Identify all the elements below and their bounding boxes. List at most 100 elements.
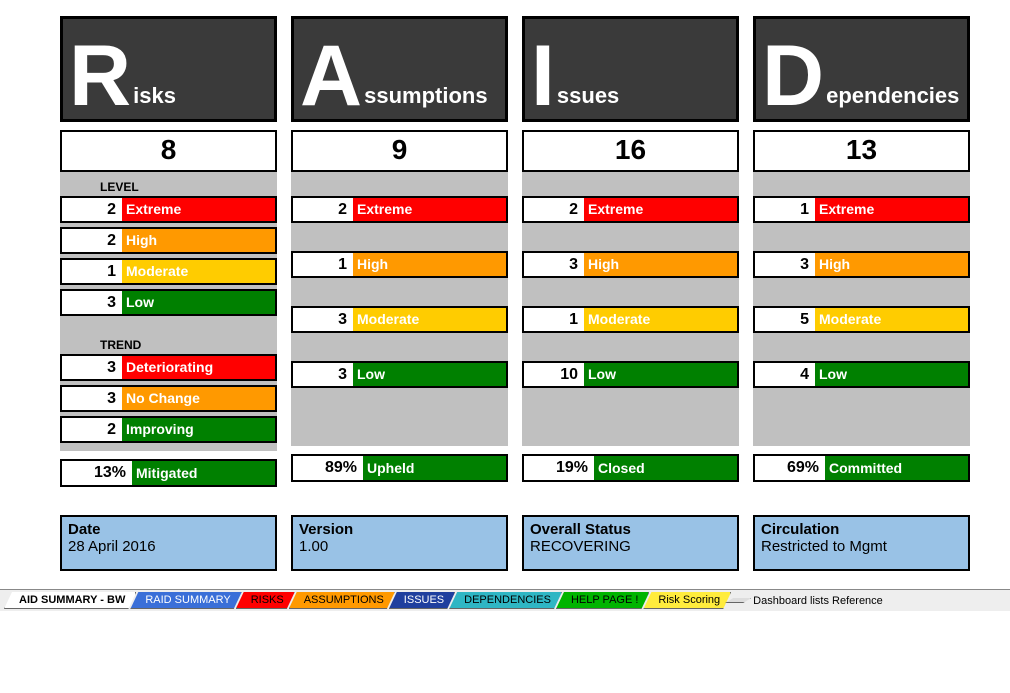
sheet-tab[interactable]: ASSUMPTIONS bbox=[289, 592, 395, 609]
level-count: 1 bbox=[755, 198, 815, 221]
level-label: Low bbox=[815, 363, 968, 386]
level-label: Extreme bbox=[584, 198, 737, 221]
level-row: 1Moderate bbox=[60, 258, 277, 285]
level-label: Low bbox=[584, 363, 737, 386]
level-row-wrap: 10Low bbox=[522, 361, 739, 392]
level-row-wrap: 3No Change bbox=[60, 385, 277, 416]
level-row-wrap: 2Extreme bbox=[291, 196, 508, 227]
raid-column: Issues162Extreme3High1Moderate10Low19%Cl… bbox=[522, 16, 739, 487]
level-count: 4 bbox=[755, 363, 815, 386]
level-row-wrap: 3Low bbox=[291, 361, 508, 392]
info-box: Date28 April 2016 bbox=[60, 515, 277, 571]
status-row: 69%Committed bbox=[753, 454, 970, 482]
level-count: 3 bbox=[293, 308, 353, 331]
level-row-wrap: 1Extreme bbox=[753, 196, 970, 227]
level-row-wrap: 2Extreme bbox=[522, 196, 739, 227]
sheet-tab-trail: Dashboard lists Reference bbox=[745, 593, 891, 609]
level-label: Moderate bbox=[584, 308, 737, 331]
level-label: High bbox=[815, 253, 968, 276]
level-row: 1Moderate bbox=[522, 306, 739, 333]
level-row: 2Extreme bbox=[60, 196, 277, 223]
header-rest: ssumptions bbox=[364, 83, 487, 109]
level-row-wrap: 3High bbox=[753, 251, 970, 282]
info-value: Restricted to Mgmt bbox=[761, 538, 962, 555]
status-pct: 69% bbox=[755, 456, 825, 480]
sheet-tab[interactable]: ISSUES bbox=[389, 592, 455, 609]
info-title: Date bbox=[68, 521, 269, 538]
header-letter: A bbox=[300, 42, 362, 111]
level-block: 2Extreme 3High 1Moderate 10Low bbox=[522, 172, 739, 446]
level-block: 2Extreme1High3Moderate3Low bbox=[291, 172, 508, 446]
level-count: 1 bbox=[524, 308, 584, 331]
level-count: 5 bbox=[755, 308, 815, 331]
level-label: Moderate bbox=[122, 260, 275, 283]
level-row-wrap: 2Extreme bbox=[60, 196, 277, 227]
level-label: High bbox=[584, 253, 737, 276]
level-row: 3High bbox=[522, 251, 739, 278]
section-label-trend: TREND bbox=[60, 320, 277, 354]
level-row: 2Extreme bbox=[291, 196, 508, 223]
info-title: Circulation bbox=[761, 521, 962, 538]
level-count: 2 bbox=[62, 229, 122, 252]
level-label: Moderate bbox=[353, 308, 506, 331]
status-label: Closed bbox=[594, 456, 737, 480]
raid-column: Risks8LEVEL2Extreme2High1Moderate3LowTRE… bbox=[60, 16, 277, 487]
level-row: 1High bbox=[291, 251, 508, 278]
level-count: 3 bbox=[62, 291, 122, 314]
level-count: 2 bbox=[524, 198, 584, 221]
level-label: Low bbox=[353, 363, 506, 386]
status-label: Upheld bbox=[363, 456, 506, 480]
sheet-tab[interactable]: Risk Scoring bbox=[643, 592, 731, 609]
status-row: 13%Mitigated bbox=[60, 459, 277, 487]
header-rest: isks bbox=[133, 83, 176, 109]
level-count: 2 bbox=[62, 418, 122, 441]
level-row-wrap: 1Moderate bbox=[60, 258, 277, 289]
status-pct: 13% bbox=[62, 461, 132, 485]
level-block: LEVEL2Extreme2High1Moderate3LowTREND3Det… bbox=[60, 172, 277, 451]
status-label: Mitigated bbox=[132, 461, 275, 485]
raid-columns: Risks8LEVEL2Extreme2High1Moderate3LowTRE… bbox=[60, 16, 970, 487]
sheet-tab[interactable]: RAID SUMMARY bbox=[130, 592, 241, 609]
status-pct: 19% bbox=[524, 456, 594, 480]
level-row: 3Moderate bbox=[291, 306, 508, 333]
level-label: High bbox=[353, 253, 506, 276]
sheet-tab[interactable]: HELP PAGE ! bbox=[556, 592, 649, 609]
level-row: 3Low bbox=[60, 289, 277, 316]
sheet-tab[interactable]: DEPENDENCIES bbox=[449, 592, 562, 609]
total-count: 8 bbox=[60, 130, 277, 172]
header-letter: R bbox=[69, 42, 131, 111]
level-count: 10 bbox=[524, 363, 584, 386]
level-row: 10Low bbox=[522, 361, 739, 388]
level-label: High bbox=[122, 229, 275, 252]
sheet-tab[interactable]: RISKS bbox=[236, 592, 295, 609]
section-label-level: LEVEL bbox=[60, 176, 277, 196]
level-label: Deteriorating bbox=[122, 356, 275, 379]
header-rest: ssues bbox=[557, 83, 619, 109]
level-label: Low bbox=[122, 291, 275, 314]
level-count: 3 bbox=[62, 356, 122, 379]
header-rest: ependencies bbox=[826, 83, 959, 109]
status-label: Committed bbox=[825, 456, 968, 480]
level-row: 1Extreme bbox=[753, 196, 970, 223]
sheet-tab-active[interactable]: AID SUMMARY - BW bbox=[4, 592, 136, 609]
total-count: 16 bbox=[522, 130, 739, 172]
level-row-wrap: 3Low bbox=[60, 289, 277, 320]
level-row: 3Low bbox=[291, 361, 508, 388]
level-row: 2Improving bbox=[60, 416, 277, 443]
level-row: 3No Change bbox=[60, 385, 277, 412]
total-count: 13 bbox=[753, 130, 970, 172]
level-row: 2Extreme bbox=[522, 196, 739, 223]
header-letter: D bbox=[762, 42, 824, 111]
status-row: 19%Closed bbox=[522, 454, 739, 482]
level-row: 5Moderate bbox=[753, 306, 970, 333]
sheet-tab-bar: AID SUMMARY - BWRAID SUMMARYRISKSASSUMPT… bbox=[0, 589, 1010, 611]
info-title: Version bbox=[299, 521, 500, 538]
level-count: 3 bbox=[524, 253, 584, 276]
level-row-wrap: 5Moderate bbox=[753, 306, 970, 337]
level-label: Improving bbox=[122, 418, 275, 441]
level-label: Extreme bbox=[122, 198, 275, 221]
info-value: RECOVERING bbox=[530, 538, 731, 555]
info-title: Overall Status bbox=[530, 521, 731, 538]
level-count: 3 bbox=[62, 387, 122, 410]
level-row-wrap: 2High bbox=[60, 227, 277, 258]
